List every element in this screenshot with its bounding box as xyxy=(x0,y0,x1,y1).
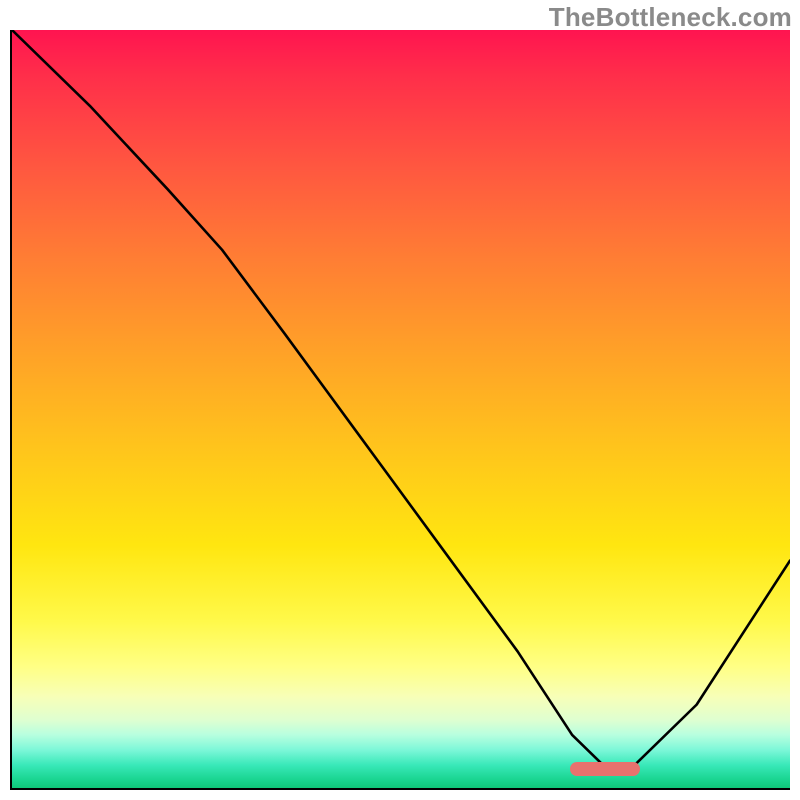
min-region-marker xyxy=(570,762,640,776)
curve-path xyxy=(12,30,790,765)
chart-frame: TheBottleneck.com xyxy=(0,0,800,800)
plot-area xyxy=(10,30,790,790)
line-curve xyxy=(12,30,790,788)
watermark-text: TheBottleneck.com xyxy=(549,2,792,33)
